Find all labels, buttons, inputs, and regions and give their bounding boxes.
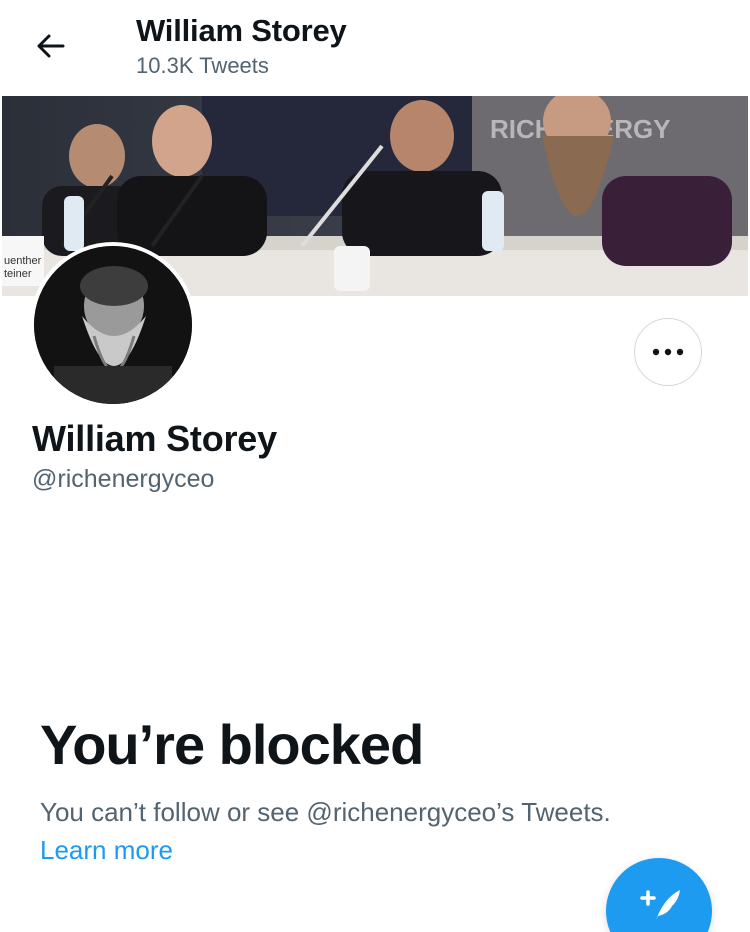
- compose-tweet-icon: [634, 884, 684, 929]
- blocked-title: You’re blocked: [40, 713, 424, 776]
- profile-name: William Storey: [32, 418, 277, 459]
- back-button[interactable]: [26, 26, 74, 70]
- more-options-button[interactable]: [634, 318, 702, 386]
- top-bar: William Storey 10.3K Tweets: [0, 0, 750, 96]
- avatar[interactable]: [30, 242, 196, 408]
- banner-card-line-1: uenther: [4, 255, 42, 267]
- profile-handle: @richenergyceo: [32, 465, 215, 493]
- blocked-message: You can’t follow or see @richenergyceo’s…: [40, 797, 611, 827]
- ellipsis-icon: [652, 343, 684, 361]
- banner-card-line-2: teiner: [4, 268, 32, 280]
- tweet-count: 10.3K Tweets: [136, 53, 269, 78]
- compose-tweet-button[interactable]: [606, 858, 712, 932]
- header-title: William Storey: [136, 13, 347, 48]
- profile-page: William Storey 10.3K Tweets RICH ENERGY: [0, 0, 750, 932]
- learn-more-link[interactable]: Learn more: [40, 835, 173, 866]
- arrow-left-icon: [35, 33, 65, 64]
